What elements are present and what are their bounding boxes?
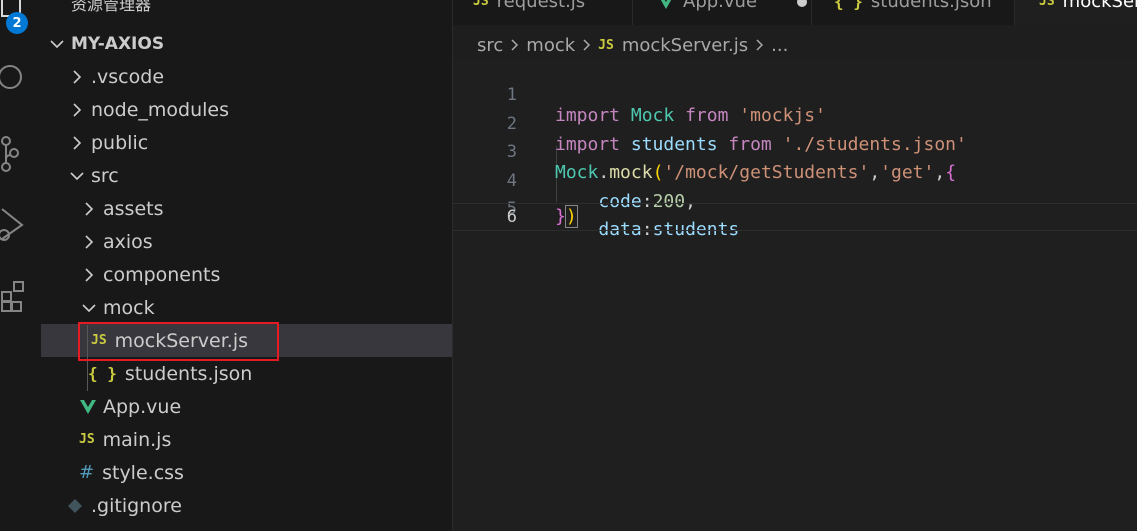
js-file-icon: JS <box>598 37 614 53</box>
chevron-down-icon <box>50 39 64 48</box>
tree-item-mock[interactable]: mock <box>41 291 452 324</box>
more-actions-button[interactable]: ··· <box>407 0 427 7</box>
breadcrumb-item[interactable]: mockServer.js <box>622 35 748 56</box>
notification-badge: 2 <box>6 12 28 34</box>
code-text: }) <box>555 205 578 228</box>
js-file-icon: JS <box>473 0 489 9</box>
code-line-current[interactable]: 6 }) <box>453 203 1137 231</box>
line-number: 6 <box>506 207 517 227</box>
tree-item-style-css[interactable]: # style.css <box>41 456 452 489</box>
code-line[interactable]: 2 import students from './students.json' <box>453 89 1137 155</box>
git-file-icon <box>68 498 82 513</box>
tree-item-label: assets <box>103 197 164 220</box>
tree-item-students-json[interactable]: { } students.json <box>41 357 452 390</box>
extensions-icon[interactable] <box>0 280 41 320</box>
breadcrumb-item[interactable]: src <box>477 35 503 56</box>
tree-item-label: src <box>91 164 119 187</box>
chevron-right-icon <box>73 102 82 117</box>
source-control-icon[interactable] <box>0 135 41 175</box>
search-icon[interactable] <box>0 62 41 94</box>
chevron-right-icon <box>85 234 94 249</box>
tree-item-label: .vscode <box>91 65 165 88</box>
run-debug-icon[interactable] <box>0 205 41 245</box>
tree-item-label: public <box>91 131 149 154</box>
tree-item-public[interactable]: public <box>41 126 452 159</box>
chevron-right-icon <box>85 267 94 282</box>
tree-item-label: axios <box>103 230 153 253</box>
tree-item-vscode[interactable]: .vscode <box>41 60 452 93</box>
tab-label: request.js <box>496 0 586 12</box>
unsaved-dot-icon[interactable] <box>797 0 807 7</box>
chevron-right-icon <box>73 135 82 150</box>
breadcrumb-item[interactable]: ... <box>771 35 788 56</box>
tree-item-label: style.css <box>102 461 184 484</box>
activity-bar: 2 <box>0 0 41 531</box>
chevron-down-icon <box>70 171 84 180</box>
tree-item-gitignore[interactable]: .gitignore <box>41 489 452 522</box>
chevron-right-icon <box>756 39 764 51</box>
chevron-right-icon <box>511 39 519 51</box>
workspace-root[interactable]: MY-AXIOS <box>41 27 452 60</box>
js-file-icon: JS <box>79 432 95 447</box>
tree-item-label: mock <box>103 296 155 319</box>
code-line[interactable]: 3 Mock.mock('/mock/getStudents','get',{ <box>453 117 1137 183</box>
tab-mockserver-js[interactable]: JS mockServer.js <box>1015 0 1137 25</box>
chevron-right-icon <box>583 39 591 51</box>
chevron-right-icon <box>85 201 94 216</box>
tree-item-node-modules[interactable]: node_modules <box>41 93 452 126</box>
tree-item-axios[interactable]: axios <box>41 225 452 258</box>
tree-item-assets[interactable]: assets <box>41 192 452 225</box>
tree-item-label: students.json <box>124 362 253 385</box>
editor-tabs: JS request.js App.vue { } students.json … <box>453 0 1137 25</box>
code-line[interactable]: 5 data:students <box>453 174 1137 240</box>
code-editor[interactable]: 1 import Mock from 'mockjs' 2 import stu… <box>453 60 1137 531</box>
code-line[interactable]: 1 import Mock from 'mockjs' <box>453 60 1137 126</box>
tree-item-src[interactable]: src <box>41 159 452 192</box>
tab-app-vue[interactable]: App.vue <box>633 0 812 25</box>
json-file-icon: { } <box>88 364 117 383</box>
tab-label: App.vue <box>683 0 758 12</box>
tree-item-label: components <box>103 263 221 286</box>
annotation-highlight-box <box>78 322 279 361</box>
vue-file-icon <box>661 0 671 9</box>
chevron-down-icon <box>82 303 96 312</box>
tab-label: mockServer.js <box>1062 0 1137 12</box>
tab-label: students.json <box>870 0 992 12</box>
tree-item-label: App.vue <box>103 395 182 418</box>
tree-item-app-vue[interactable]: App.vue <box>41 390 452 423</box>
tree-item-components[interactable]: components <box>41 258 452 291</box>
tree-item-label: main.js <box>102 428 172 451</box>
chevron-right-icon <box>73 69 82 84</box>
css-file-icon: # <box>79 462 95 483</box>
js-file-icon: JS <box>1039 0 1055 9</box>
workspace-root-label: MY-AXIOS <box>71 33 165 54</box>
json-file-icon: { } <box>834 0 863 11</box>
tab-students-json[interactable]: { } students.json <box>812 0 1015 25</box>
tree-item-main-js[interactable]: JS main.js <box>41 423 452 456</box>
tree-item-label: node_modules <box>91 98 230 121</box>
breadcrumb: src mock JS mockServer.js ... <box>477 33 788 57</box>
vue-file-icon <box>80 399 96 414</box>
breadcrumb-item[interactable]: mock <box>526 35 575 56</box>
explorer-title: 资源管理器 <box>71 0 152 14</box>
code-line[interactable]: 4 code:200, <box>453 146 1137 212</box>
tree-item-label: .gitignore <box>91 494 182 517</box>
tab-request-js[interactable]: JS request.js <box>453 0 633 25</box>
